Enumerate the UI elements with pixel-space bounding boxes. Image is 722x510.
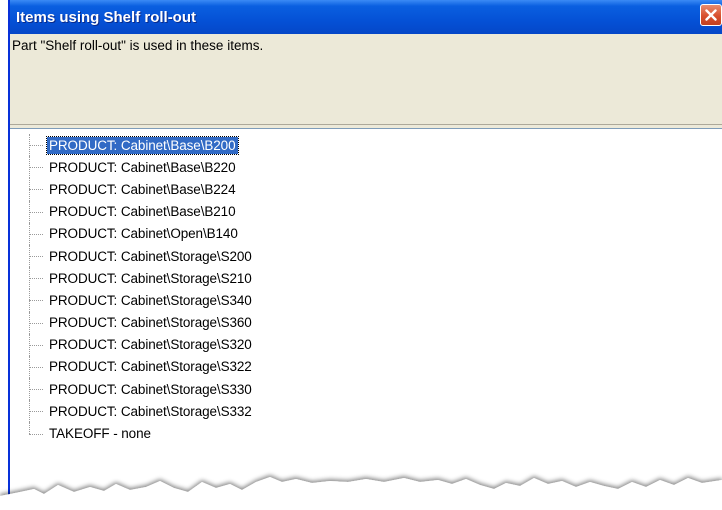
tree-connector (29, 289, 45, 312)
tree-item-label: PRODUCT: Cabinet\Base\B210 (49, 204, 236, 220)
tree-item[interactable]: PRODUCT: Cabinet\Storage\S322 (29, 355, 254, 379)
title-bar[interactable]: Items using Shelf roll-out (10, 0, 722, 34)
tree-item-label: PRODUCT: Cabinet\Base\B200 (46, 135, 239, 155)
info-message: Part "Shelf roll-out" is used in these i… (12, 38, 264, 53)
tree-item-label: TAKEOFF - none (49, 426, 151, 442)
tree-item-label: PRODUCT: Cabinet\Storage\S200 (49, 248, 252, 264)
torn-edge (0, 477, 722, 510)
info-panel: Part "Shelf roll-out" is used in these i… (10, 34, 722, 125)
tree-item[interactable]: PRODUCT: Cabinet\Base\B210 (29, 200, 254, 223)
tree-item-label: PRODUCT: Cabinet\Storage\S330 (49, 381, 252, 397)
tree-item-label: PRODUCT: Cabinet\Storage\S322 (49, 359, 252, 375)
tree-item-label: PRODUCT: Cabinet\Base\B220 (49, 159, 236, 175)
tree-item-label: PRODUCT: Cabinet\Storage\S360 (49, 315, 252, 331)
tree-connector (29, 400, 45, 423)
tree-connector (29, 333, 45, 357)
tree-item[interactable]: PRODUCT: Cabinet\Storage\S360 (29, 311, 254, 334)
tree-item[interactable]: PRODUCT: Cabinet\Open\B140 (29, 222, 254, 246)
tree-connector (29, 355, 45, 379)
tree-item-label: PRODUCT: Cabinet\Storage\S332 (49, 403, 252, 419)
tree-item[interactable]: TAKEOFF - none (29, 422, 254, 444)
tree-connector (29, 311, 45, 334)
tree-item[interactable]: PRODUCT: Cabinet\Base\B224 (29, 178, 254, 201)
tree-list: PRODUCT: Cabinet\Base\B200 PRODUCT: Cabin… (29, 134, 254, 445)
tree-item-label: PRODUCT: Cabinet\Storage\S210 (49, 270, 252, 286)
tree-item-label: PRODUCT: Cabinet\Base\B224 (49, 181, 236, 197)
tree-connector (29, 222, 45, 246)
window-title: Items using Shelf roll-out (16, 8, 197, 26)
tree-connector (29, 134, 45, 157)
tree-item[interactable]: PRODUCT: Cabinet\Storage\S320 (29, 333, 254, 357)
tree-item[interactable]: PRODUCT: Cabinet\Base\B200 (29, 134, 254, 157)
tree-connector (29, 244, 45, 268)
tree-connector (29, 378, 45, 401)
close-icon (705, 9, 717, 21)
tree-item[interactable]: PRODUCT: Cabinet\Storage\S200 (29, 244, 254, 268)
tree-item[interactable]: PRODUCT: Cabinet\Storage\S332 (29, 400, 254, 423)
tree-connector (29, 156, 45, 179)
close-button[interactable] (700, 4, 722, 26)
tree-item-label: PRODUCT: Cabinet\Storage\S340 (49, 292, 252, 308)
tree-connector (29, 178, 45, 201)
items-tree[interactable]: PRODUCT: Cabinet\Base\B200 PRODUCT: Cabin… (10, 128, 722, 510)
tree-item[interactable]: PRODUCT: Cabinet\Base\B220 (29, 156, 254, 179)
tree-connector (29, 422, 45, 444)
tree-item-label: PRODUCT: Cabinet\Open\B140 (49, 226, 238, 242)
tree-item-label: PRODUCT: Cabinet\Storage\S320 (49, 337, 252, 353)
tree-item[interactable]: PRODUCT: Cabinet\Storage\S210 (29, 267, 254, 290)
tree-item[interactable]: PRODUCT: Cabinet\Storage\S330 (29, 378, 254, 401)
tree-connector (29, 200, 45, 223)
tree-item[interactable]: PRODUCT: Cabinet\Storage\S340 (29, 289, 254, 312)
tree-connector (29, 267, 45, 290)
dialog-window: Items using Shelf roll-out Part "Shelf r… (8, 0, 722, 510)
